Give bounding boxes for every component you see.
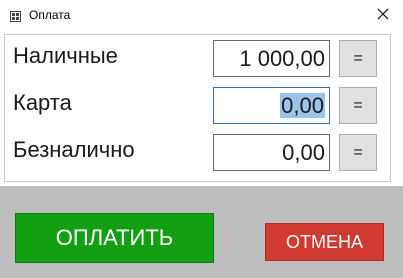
card-amount-input[interactable]: 0,00 xyxy=(213,87,330,124)
row-card: Карта 0,00 = xyxy=(5,82,390,124)
cancel-button[interactable]: ОТМЕНА xyxy=(265,223,384,261)
cash-fill-button[interactable]: = xyxy=(339,40,377,77)
payment-dialog: Оплата Наличные 1 000,00 = Карта 0,00 = … xyxy=(0,0,403,278)
card-amount-selected-text: 0,00 xyxy=(280,93,325,118)
card-label: Карта xyxy=(13,90,72,115)
title-bar: Оплата xyxy=(0,0,403,30)
payment-methods-panel: Наличные 1 000,00 = Карта 0,00 = Безнали… xyxy=(4,34,391,182)
cashless-amount-input[interactable]: 0,00 xyxy=(213,134,330,171)
cash-label: Наличные xyxy=(13,43,118,68)
cashless-fill-button[interactable]: = xyxy=(339,134,377,171)
cashless-label: Безналично xyxy=(13,137,135,162)
close-button[interactable] xyxy=(363,0,403,30)
row-cash: Наличные 1 000,00 = xyxy=(5,35,390,77)
close-icon xyxy=(377,8,389,20)
app-window-icon xyxy=(10,9,21,22)
row-cashless: Безналично 0,00 = xyxy=(5,129,390,171)
window-title: Оплата xyxy=(29,8,71,22)
cash-amount-input[interactable]: 1 000,00 xyxy=(213,40,330,77)
card-fill-button[interactable]: = xyxy=(339,87,377,124)
pay-button[interactable]: ОПЛАТИТЬ xyxy=(15,213,214,263)
dialog-footer: ОПЛАТИТЬ ОТМЕНА xyxy=(0,186,403,278)
